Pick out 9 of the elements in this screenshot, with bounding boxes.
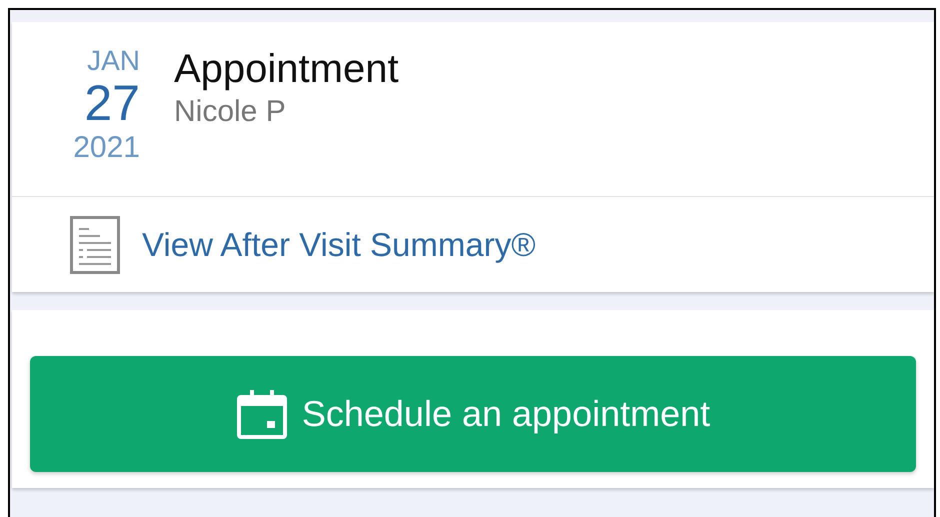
date-year: 2021: [73, 130, 140, 166]
provider-name: Nicole P: [174, 94, 287, 130]
calendar-icon: [236, 389, 288, 439]
date-day: 27: [84, 78, 140, 128]
schedule-appointment-button[interactable]: Schedule an appointment: [30, 356, 916, 472]
document-icon: [70, 216, 120, 274]
appointment-title: Appointment: [174, 46, 399, 93]
date-month: JAN: [87, 44, 140, 78]
after-visit-summary-link[interactable]: View After Visit Summary®: [142, 226, 536, 264]
